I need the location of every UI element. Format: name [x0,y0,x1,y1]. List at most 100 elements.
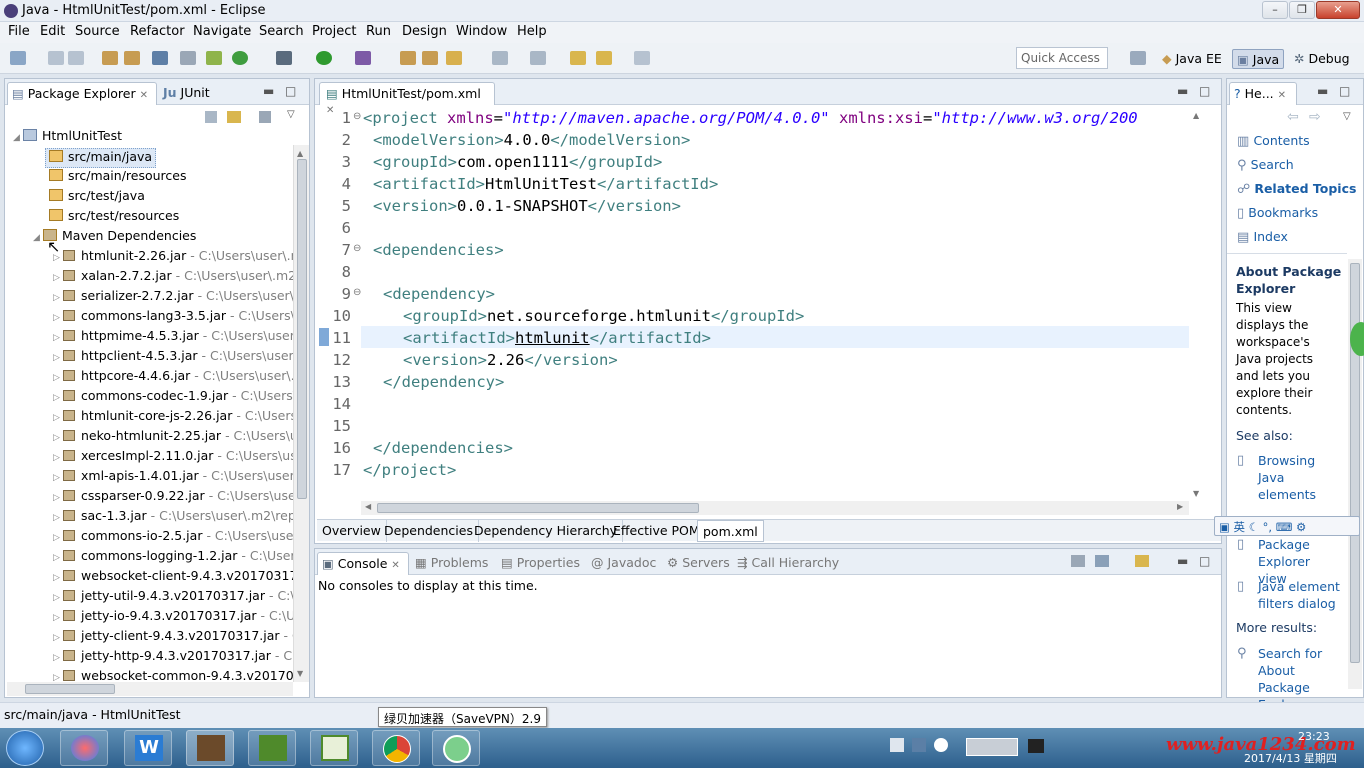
tree-jar[interactable]: ▷ jetty-util-9.4.3.v20170317.jar - C:\Us [53,588,295,608]
tray-volume-icon[interactable] [1028,739,1044,753]
expand-arrow-icon[interactable]: ▷ [53,433,63,443]
tab-problems[interactable]: ▦ Problems [415,555,488,570]
help-link-contents[interactable]: ▥ Contents [1237,133,1310,149]
code-line[interactable]: </project> [363,461,456,479]
pin-console-icon[interactable] [1071,555,1085,567]
link-with-editor-icon[interactable] [227,111,241,123]
close-icon[interactable]: ✕ [140,90,148,101]
expand-arrow-icon[interactable]: ▷ [53,293,63,303]
maximize-icon[interactable]: □ [1339,84,1350,98]
menu-file[interactable]: File [8,24,30,39]
tray-language-bar[interactable] [966,738,1018,756]
new-icon[interactable] [10,51,26,65]
code-line[interactable]: <groupId>com.open1111</groupId> [373,153,662,171]
coverage-icon[interactable] [355,51,371,65]
taskbar-app-eclipse[interactable] [186,730,234,766]
fold-icon[interactable]: ⊖ [353,287,361,298]
scroll-left-icon[interactable]: ◀ [365,502,371,511]
new-package-icon[interactable] [422,51,438,65]
help-see-link[interactable]: ▯ Browsing Java elements [1237,452,1337,503]
expand-arrow-icon[interactable]: ▷ [53,653,63,663]
refresh-icon[interactable] [232,51,248,65]
tree-jar[interactable]: ▷ commons-codec-1.9.jar - C:\Users\ [53,388,295,408]
tab-junit[interactable]: Ju JUnit [163,85,210,100]
help-see-link[interactable]: ▯ Java element filters dialog [1237,578,1343,612]
collapse-all-icon[interactable] [205,111,217,123]
tree-jar[interactable]: ▷ neko-htmlunit-2.25.jar - C:\Users\us [53,428,295,448]
tray-help-icon[interactable] [934,738,948,752]
ime-punct-icon[interactable]: °, [1263,520,1272,534]
close-button[interactable]: ✕ [1316,1,1360,19]
taskbar-app-game[interactable] [60,730,108,766]
prev-annotation-icon[interactable] [530,51,546,65]
open-resource-icon[interactable] [124,51,140,65]
taskbar-app-savevpn[interactable] [432,730,480,766]
taskbar-app-camtasia[interactable] [248,730,296,766]
tab-call-hierarchy[interactable]: ⇶ Call Hierarchy [737,555,839,570]
menu-design[interactable]: Design [402,24,447,39]
back-icon[interactable] [596,51,612,65]
expand-arrow-icon[interactable]: ▷ [53,353,63,363]
vertical-scrollbar[interactable]: ▲ ▼ [293,145,309,682]
skip-breakpoints-icon[interactable] [180,51,196,65]
expand-arrow-icon[interactable]: ▷ [53,273,63,283]
expand-arrow-icon[interactable]: ▷ [53,393,63,403]
tab-dependencies[interactable]: Dependencies [379,520,479,542]
scrollbar-thumb[interactable] [25,684,115,694]
editor-hscroll[interactable]: ◀ ▶ [361,501,1189,515]
help-back-icon[interactable]: ⇦ [1287,109,1299,125]
tree-jar[interactable]: ▷ htmlunit-2.26.jar - C:\Users\user\.m [53,248,295,268]
run-icon[interactable] [316,51,332,65]
tree-source-folder[interactable]: src/main/java [45,148,157,168]
horizontal-scrollbar[interactable] [7,682,293,696]
tab-properties[interactable]: ▤ Properties [501,555,580,570]
expand-arrow-icon[interactable]: ▷ [53,633,63,643]
external-tools-icon[interactable] [206,51,222,65]
minimize-icon[interactable]: ▬ [1317,84,1328,98]
tree-jar[interactable]: ▷ commons-io-2.5.jar - C:\Users\user [53,528,295,548]
ime-mode-label[interactable]: 英 [1234,520,1246,534]
taskbar-app-chrome[interactable] [372,730,420,766]
menu-edit[interactable]: Edit [40,24,65,39]
taskbar-app-camtasia-recorder[interactable] [310,730,358,766]
expand-arrow-icon[interactable]: ▷ [53,493,63,503]
tray-network-icon[interactable] [912,738,926,752]
expand-arrow-icon[interactable]: ▷ [53,413,63,423]
expand-arrow-icon[interactable]: ▷ [53,533,63,543]
tree-jar[interactable]: ▷jetty-client-9.4.3.v20170317.jar - C:\ [53,628,295,648]
tray-icon[interactable] [890,738,904,752]
menu-navigate[interactable]: Navigate [193,24,251,39]
minimize-button[interactable]: – [1262,1,1288,19]
tree-jar[interactable]: ▷ commons-lang3-3.5.jar - C:\Users\ [53,308,295,328]
tree-jar[interactable]: ▷ xercesImpl-2.11.0.jar - C:\Users\use [53,448,295,468]
new-java-project-icon[interactable] [400,51,416,65]
maximize-icon[interactable]: □ [1199,554,1210,568]
menu-run[interactable]: Run [366,24,391,39]
tab-servers[interactable]: ⚙ Servers [667,555,730,570]
help-link-bookmarks[interactable]: ▯ Bookmarks [1237,205,1318,221]
ime-settings-icon[interactable]: ⚙ [1296,520,1306,534]
expand-arrow-icon[interactable]: ▷ [53,453,63,463]
ime-keyboard-icon[interactable]: ⌨ [1276,520,1293,534]
scroll-down-icon[interactable]: ▼ [297,669,303,678]
perspective-java-ee[interactable]: ◆ Java EE [1158,49,1226,69]
help-link-index[interactable]: ▤ Index [1237,229,1288,245]
tree-jar[interactable]: ▷ sac-1.3.jar - C:\Users\user\.m2\rep [53,508,295,528]
terminal-icon[interactable] [152,51,168,65]
save-all-icon[interactable] [68,51,84,65]
help-link-search[interactable]: ⚲ Search [1237,157,1294,173]
menu-source[interactable]: Source [75,24,120,39]
perspective-java[interactable]: ▣ Java [1232,49,1285,69]
code-line[interactable]: <artifactId>HtmlUnitTest</artifactId> [373,175,718,193]
menu-help[interactable]: Help [517,24,547,39]
minimize-icon[interactable]: ▬ [1177,554,1188,568]
expand-arrow-icon[interactable]: ▷ [53,573,63,583]
menu-project[interactable]: Project [312,24,356,39]
tree-jar[interactable]: ▷ xalan-2.7.2.jar - C:\Users\user\.m2\ [53,268,295,288]
last-edit-icon[interactable] [570,51,586,65]
tree-source-folder[interactable]: src/main/resources [49,168,186,188]
code-line[interactable]: <version>2.26</version> [403,351,618,369]
code-line[interactable]: <groupId>net.sourceforge.htmlunit</group… [403,307,804,325]
start-button[interactable] [6,730,44,766]
open-type-icon[interactable] [102,51,118,65]
